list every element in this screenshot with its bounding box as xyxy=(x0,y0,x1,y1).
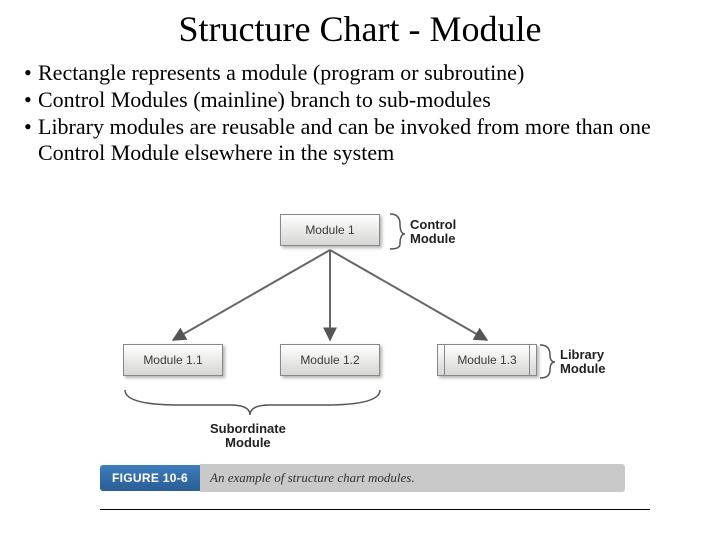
bullet-dot-icon: • xyxy=(24,60,38,87)
figure-number: FIGURE 10-6 xyxy=(100,465,200,491)
figure-caption-bar: FIGURE 10-6 An example of structure char… xyxy=(100,464,625,492)
annotation-subordinate-module: Subordinate Module xyxy=(210,422,286,451)
diagram-area: Module 1 Module 1.1 Module 1.2 Module 1.… xyxy=(100,200,625,500)
bullet-text: Rectangle represents a module (program o… xyxy=(38,60,692,87)
library-stripe-icon xyxy=(444,345,445,375)
page-title: Structure Chart - Module xyxy=(0,0,720,60)
bullet-text: Library modules are reusable and can be … xyxy=(38,114,692,168)
module-box-1-2: Module 1.2 xyxy=(280,344,380,376)
module-box-1-1: Module 1.1 xyxy=(123,344,223,376)
bullet-list: • Rectangle represents a module (program… xyxy=(0,60,720,167)
figure-caption: An example of structure chart modules. xyxy=(200,464,625,492)
module-box-1-3-library: Module 1.3 xyxy=(437,344,537,376)
library-stripe-icon xyxy=(529,345,530,375)
bullet-dot-icon: • xyxy=(24,87,38,114)
bullet-item: • Rectangle represents a module (program… xyxy=(24,60,692,87)
module-box-top: Module 1 xyxy=(280,214,380,246)
bullet-item: • Control Modules (mainline) branch to s… xyxy=(24,87,692,114)
module-box-label: Module 1.3 xyxy=(457,353,516,367)
annotation-library-module: Library Module xyxy=(560,348,606,377)
bullet-dot-icon: • xyxy=(24,114,38,168)
annotation-control-module: Control Module xyxy=(410,218,456,247)
bullet-text: Control Modules (mainline) branch to sub… xyxy=(38,87,692,114)
divider xyxy=(100,509,650,510)
bullet-item: • Library modules are reusable and can b… xyxy=(24,114,692,168)
